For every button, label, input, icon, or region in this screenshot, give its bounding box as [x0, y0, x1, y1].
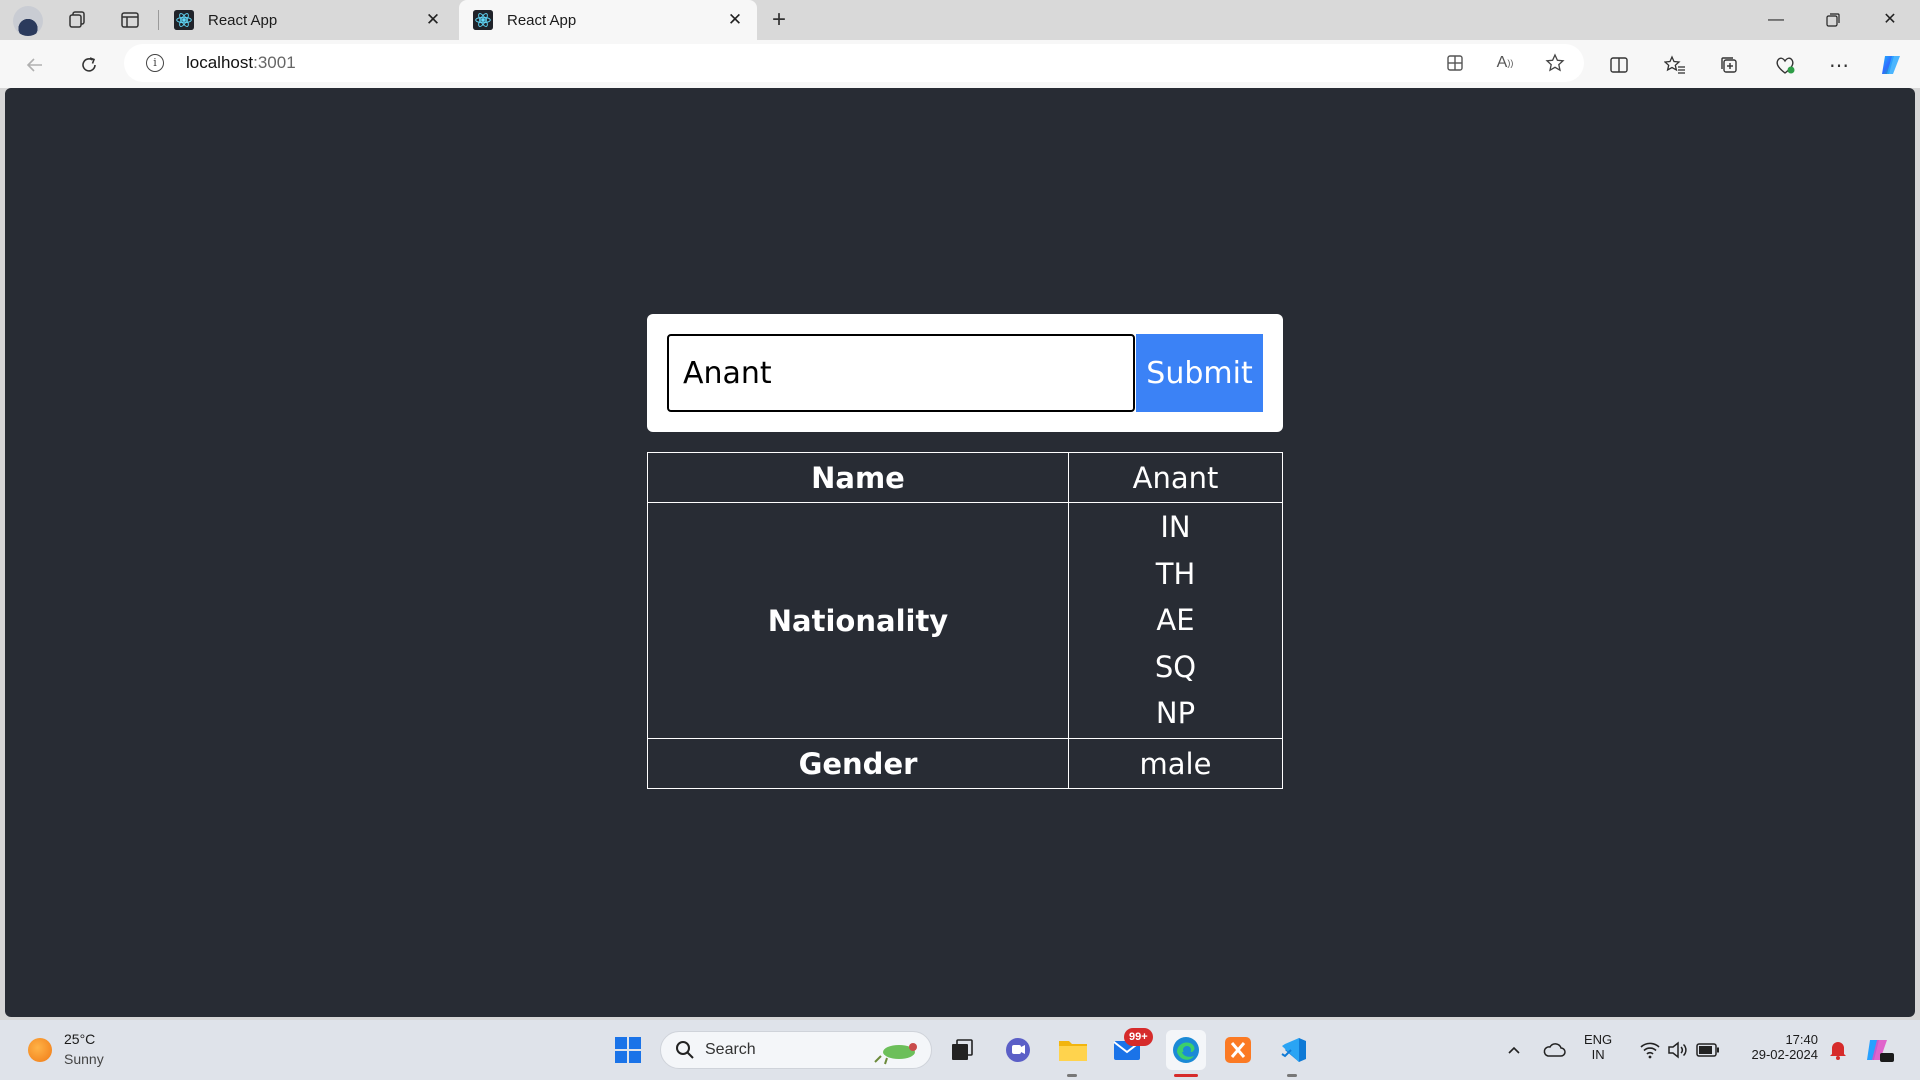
clock[interactable]: 17:40 29-02-2024 — [1734, 1032, 1819, 1062]
name-value: Anant — [1068, 452, 1283, 503]
address-bar[interactable]: i localhost:3001 A)) — [124, 44, 1584, 82]
url-text[interactable]: localhost:3001 — [186, 53, 296, 73]
show-hidden-icons-chevron-icon[interactable] — [1498, 1034, 1530, 1066]
gender-label: Gender — [647, 738, 1069, 789]
copilot-preview-icon[interactable] — [1864, 1034, 1896, 1066]
collections-icon[interactable] — [1716, 52, 1742, 78]
vertical-tabs-icon[interactable] — [118, 8, 142, 32]
gender-value: male — [1068, 738, 1283, 789]
close-tab-icon[interactable]: ✕ — [423, 10, 443, 30]
onedrive-cloud-icon[interactable] — [1538, 1034, 1570, 1066]
battery-icon[interactable] — [1692, 1034, 1724, 1066]
back-arrow-icon[interactable] — [22, 52, 48, 78]
favorites-icon[interactable] — [1662, 52, 1688, 78]
taskbar-search[interactable]: Search — [660, 1031, 932, 1069]
read-aloud-icon[interactable]: A)) — [1492, 50, 1518, 76]
file-explorer-icon[interactable] — [1057, 1034, 1089, 1066]
refresh-icon[interactable] — [76, 52, 102, 78]
restore-button[interactable] — [1805, 0, 1861, 40]
submit-button[interactable]: Submit — [1136, 334, 1263, 412]
close-window-button[interactable]: ✕ — [1862, 0, 1918, 40]
app-available-icon[interactable] — [1442, 50, 1468, 76]
more-options-icon[interactable]: ⋯ — [1826, 52, 1852, 78]
vscode-icon[interactable] — [1277, 1034, 1309, 1066]
close-tab-icon[interactable]: ✕ — [725, 10, 745, 30]
table-row: Name Anant — [647, 452, 1283, 503]
clock-time: 17:40 — [1785, 1032, 1818, 1047]
running-indicator — [1067, 1074, 1077, 1077]
edge-browser-icon[interactable] — [1166, 1030, 1206, 1070]
tab-title: React App — [507, 11, 577, 29]
profile-avatar[interactable] — [13, 6, 43, 36]
nationality-item: TH — [1155, 556, 1196, 591]
nationality-list: IN TH AE SQ NP — [1068, 502, 1283, 739]
nationality-item: SQ — [1154, 649, 1197, 684]
volume-icon[interactable] — [1662, 1034, 1694, 1066]
search-highlight-bird-icon — [874, 1043, 917, 1065]
site-info-icon[interactable]: i — [146, 54, 164, 72]
mail-badge: 99+ — [1124, 1028, 1153, 1046]
sun-weather-icon[interactable] — [28, 1038, 52, 1062]
nationality-item: AE — [1156, 603, 1195, 638]
table-row: Gender male — [647, 738, 1283, 789]
clock-date: 29-02-2024 — [1751, 1047, 1819, 1062]
task-view-icon[interactable] — [946, 1034, 978, 1066]
search-icon — [676, 1041, 694, 1059]
react-logo-icon — [473, 10, 493, 30]
xampp-icon[interactable] — [1222, 1034, 1254, 1066]
nationality-item: IN — [1160, 510, 1191, 545]
tab-react-app-2[interactable]: React App ✕ — [459, 0, 757, 40]
tab-title: React App — [208, 11, 278, 29]
copilot-icon[interactable] — [1878, 52, 1904, 78]
name-input[interactable] — [667, 334, 1135, 412]
browser-toolbar: i localhost:3001 A)) ⋯ — [0, 40, 1920, 88]
new-tab-button[interactable]: + — [766, 8, 792, 34]
teams-chat-icon[interactable] — [1002, 1034, 1034, 1066]
minimize-button[interactable]: — — [1748, 0, 1804, 40]
active-app-indicator — [1174, 1074, 1198, 1077]
notification-bell-icon[interactable] — [1822, 1034, 1854, 1066]
name-form: Submit — [647, 314, 1283, 432]
table-row: Nationality IN TH AE SQ NP — [647, 502, 1283, 739]
weather-temperature[interactable]: 25°C — [64, 1031, 95, 1047]
nationality-item: NP — [1155, 696, 1196, 731]
tab-react-app-1[interactable]: React App ✕ — [160, 0, 455, 40]
split-screen-icon[interactable] — [1606, 52, 1632, 78]
search-label: Search — [705, 1041, 756, 1058]
nationality-label: Nationality — [647, 502, 1069, 739]
browser-essentials-icon[interactable] — [1772, 52, 1798, 78]
running-indicator — [1287, 1074, 1297, 1077]
react-logo-icon — [174, 10, 194, 30]
page-viewport: Submit Name Anant Nationality IN TH AE S… — [5, 88, 1915, 1017]
tab-strip: React App ✕ React App ✕ + — ✕ — [0, 0, 1920, 40]
weather-condition[interactable]: Sunny — [64, 1051, 104, 1067]
workspaces-icon[interactable] — [66, 8, 90, 32]
start-windows-icon[interactable] — [612, 1034, 644, 1066]
taskbar: 25°C Sunny Search 99+ ENG IN 17:40 29-02… — [0, 1020, 1920, 1080]
language-indicator[interactable]: ENG IN — [1584, 1032, 1612, 1062]
name-label: Name — [647, 452, 1069, 503]
favorite-star-icon[interactable] — [1542, 50, 1568, 76]
tab-separator — [158, 10, 159, 30]
result-table: Name Anant Nationality IN TH AE SQ NP Ge… — [647, 452, 1283, 789]
